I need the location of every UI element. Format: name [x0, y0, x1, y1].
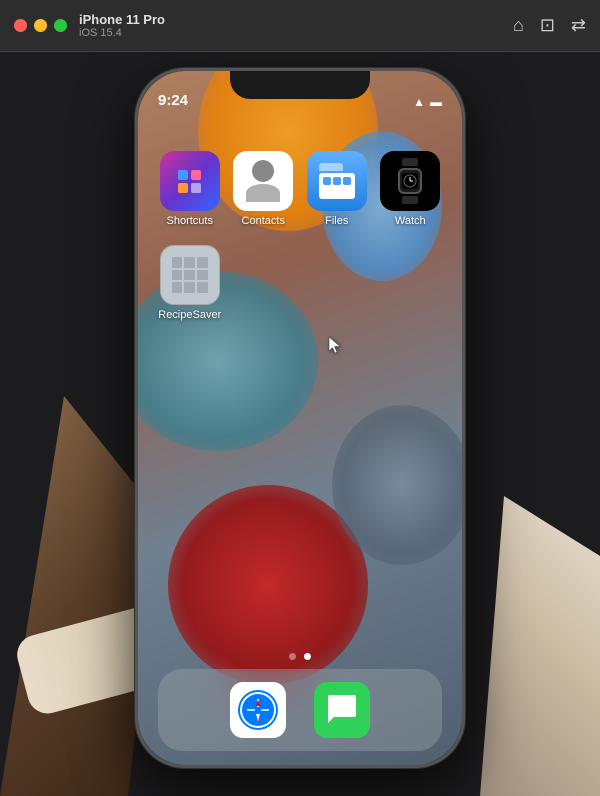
page-dots	[138, 653, 462, 660]
files-icon[interactable]	[307, 151, 367, 211]
traffic-lights	[14, 19, 67, 32]
app-grid: Shortcuts Contacts	[158, 151, 442, 321]
app-watch[interactable]: Watch	[379, 151, 443, 227]
status-icons: ▲ ▬	[413, 95, 442, 109]
device-info: iPhone 11 Pro iOS 15.4	[79, 12, 513, 39]
iphone-frame: 9:24 ▲ ▬	[135, 68, 465, 768]
recipesaver-label: RecipeSaver	[158, 309, 221, 321]
ios-version: iOS 15.4	[79, 27, 513, 39]
screenshot-icon[interactable]: ⊡	[540, 15, 555, 36]
rotate-icon[interactable]: ⇄	[571, 15, 586, 36]
app-contacts[interactable]: Contacts	[232, 151, 296, 227]
messages-icon[interactable]	[314, 682, 370, 738]
contacts-icon[interactable]	[233, 151, 293, 211]
iphone-wrapper: 9:24 ▲ ▬	[135, 68, 465, 768]
traffic-light-green[interactable]	[54, 19, 67, 32]
watch-strap-bottom	[402, 196, 418, 204]
battery-icon: ▬	[430, 95, 442, 109]
shortcuts-icon[interactable]	[160, 151, 220, 211]
device-name: iPhone 11 Pro	[79, 12, 513, 27]
dock-app-messages[interactable]	[314, 682, 370, 738]
watch-label: Watch	[395, 215, 426, 227]
titlebar: iPhone 11 Pro iOS 15.4 ⌂ ⊡ ⇄	[0, 0, 600, 52]
wifi-icon: ▲	[413, 95, 425, 109]
page-dot-1[interactable]	[289, 653, 296, 660]
files-label: Files	[325, 215, 348, 227]
home-icon[interactable]: ⌂	[513, 15, 524, 36]
shortcuts-label: Shortcuts	[167, 215, 213, 227]
bg-arm-right	[480, 496, 600, 796]
traffic-light-red[interactable]	[14, 19, 27, 32]
power-button[interactable]	[463, 236, 465, 316]
watch-icon[interactable]	[380, 151, 440, 211]
app-recipesaver[interactable]: RecipeSaver	[158, 245, 222, 321]
watch-strap-top	[402, 158, 418, 166]
dock	[158, 669, 442, 751]
mute-switch[interactable]	[135, 171, 137, 206]
app-shortcuts[interactable]: Shortcuts	[158, 151, 222, 227]
contacts-label: Contacts	[242, 215, 285, 227]
safari-icon[interactable]	[230, 682, 286, 738]
page-dot-2[interactable]	[304, 653, 311, 660]
watch-face	[398, 168, 422, 194]
volume-up-button[interactable]	[135, 221, 137, 281]
screen: 9:24 ▲ ▬	[138, 71, 462, 765]
volume-down-button[interactable]	[135, 296, 137, 356]
titlebar-actions: ⌂ ⊡ ⇄	[513, 15, 586, 36]
app-files[interactable]: Files	[305, 151, 369, 227]
notch	[230, 71, 370, 99]
recipesaver-icon[interactable]	[160, 245, 220, 305]
dock-app-safari[interactable]	[230, 682, 286, 738]
traffic-light-yellow[interactable]	[34, 19, 47, 32]
